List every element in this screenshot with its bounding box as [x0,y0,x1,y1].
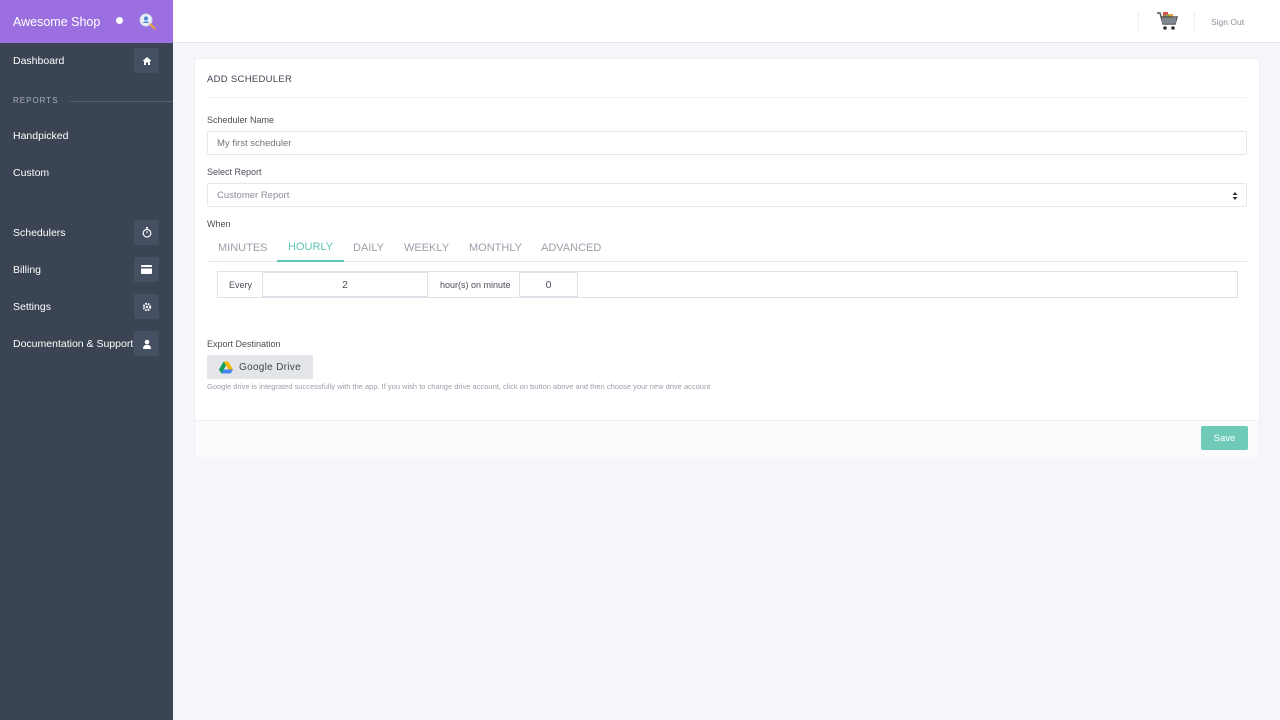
scheduler-name-input[interactable] [207,131,1247,155]
card-icon [134,257,159,282]
sidebar-item-label: Custom [13,167,50,179]
brand-name[interactable]: Awesome Shop [13,15,100,29]
card-footer [195,420,1259,457]
google-drive-icon [219,361,233,373]
add-scheduler-card: ADD SCHEDULER Scheduler Name Select Repo… [194,58,1260,457]
drive-status-text: Google drive is integrated successfully … [207,382,711,391]
sidebar-item-dashboard[interactable]: Dashboard [0,48,173,74]
sidebar-item-label: Documentation & Support [13,338,134,350]
stopwatch-icon [134,220,159,245]
every-label: Every [229,279,253,290]
sidebar-item-label: Schedulers [13,227,66,239]
gear-icon [134,294,159,319]
sidebar-item-label: Dashboard [13,55,65,67]
select-report-label: Select Report [207,167,262,177]
sidebar-item-schedulers[interactable]: Schedulers [0,220,173,246]
section-divider [70,101,173,102]
tab-advanced[interactable]: ADVANCED [530,234,612,262]
status-dot [116,17,123,24]
scheduler-name-label: Scheduler Name [207,115,275,125]
divider [207,97,1247,98]
sidebar-item-label: Billing [13,264,42,276]
sidebar-item-handpicked[interactable]: Handpicked [0,123,173,149]
sidebar-item-custom[interactable]: Custom [0,160,173,186]
google-drive-label: Google Drive [239,361,301,373]
sort-arrows-icon [1232,192,1238,200]
sidebar-item-label: Settings [13,301,51,313]
sidebar-item-settings[interactable]: Settings [0,294,173,320]
frequency-tabs: MINUTES HOURLY DAILY WEEKLY MONTHLY ADVA… [207,234,1247,262]
select-report-value: Customer Report [217,189,290,201]
section-label-reports: REPORTS [13,96,59,105]
tab-daily[interactable]: DAILY [342,234,395,262]
brand-header: Awesome Shop [0,0,173,43]
sidebar-item-billing[interactable]: Billing [0,257,173,283]
page-title: ADD SCHEDULER [207,74,293,85]
hourly-settings-row: Every 2 hour(s) on minute 0 [217,271,1238,298]
google-drive-button[interactable]: Google Drive [207,355,313,379]
tab-monthly[interactable]: MONTHLY [458,234,533,262]
when-label: When [207,219,231,229]
sidebar-item-docs[interactable]: Documentation & Support [0,331,173,357]
sidebar: Awesome Shop Dashboard REPORTS Handpicke… [0,0,173,720]
on-minute-label: hour(s) on minute [440,279,511,290]
search-user-icon[interactable] [138,12,156,30]
minute-input[interactable]: 0 [519,272,578,297]
sign-out-link[interactable]: Sign Out [1211,17,1244,27]
select-report-dropdown[interactable]: Customer Report [207,183,1247,207]
cart-icon[interactable] [1156,9,1180,33]
divider [1138,12,1139,31]
home-icon [134,48,159,73]
sidebar-item-label: Handpicked [13,130,69,142]
every-hours-input[interactable]: 2 [262,272,428,297]
tab-weekly[interactable]: WEEKLY [393,234,460,262]
tab-hourly[interactable]: HOURLY [277,234,345,262]
user-icon [134,331,159,356]
tab-minutes[interactable]: MINUTES [207,234,279,262]
divider [1194,12,1195,31]
save-button[interactable]: Save [1201,426,1248,450]
export-destination-label: Export Destination [207,339,281,349]
top-bar: Sign Out [173,0,1280,43]
